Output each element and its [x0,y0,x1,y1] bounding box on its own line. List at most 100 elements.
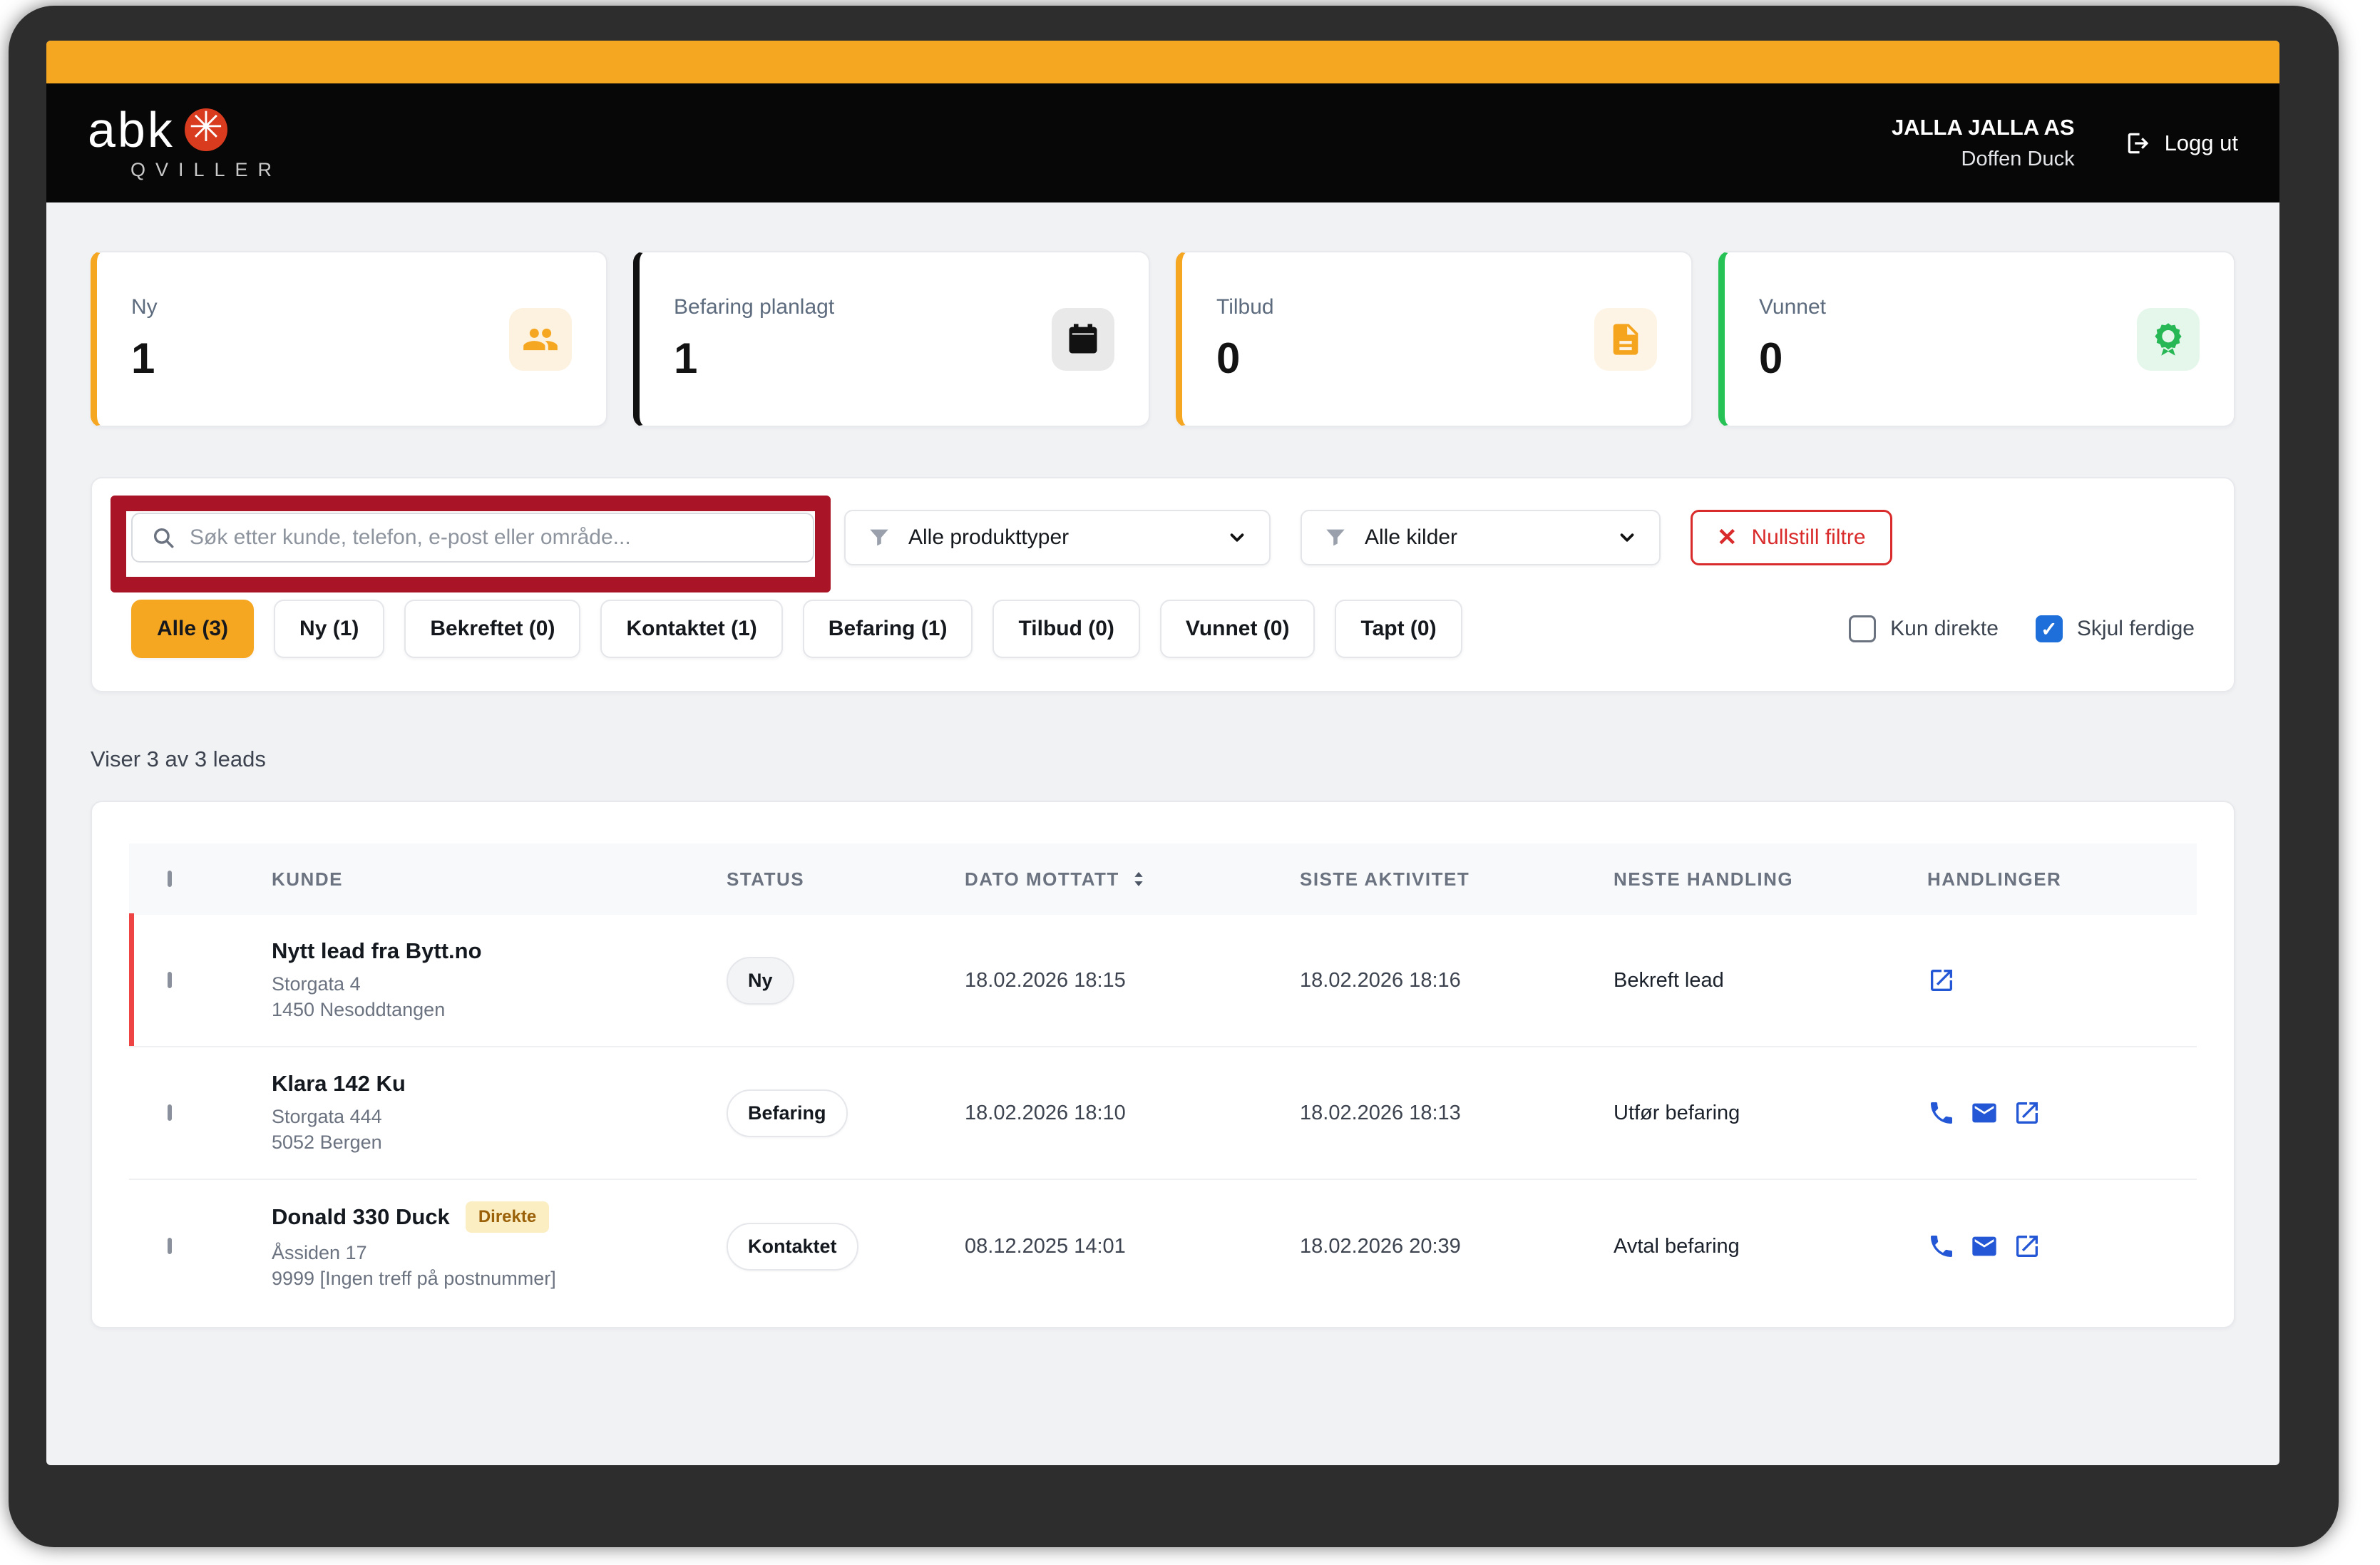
open-lead-icon[interactable] [2013,1232,2041,1261]
column-header-kunde: KUNDE [272,868,343,890]
screenshot-canvas: abk ✳ QVILLER JALLA JALLA AS Doffen Duck… [0,0,2380,1565]
tab-vunnet[interactable]: Vunnet (0) [1159,600,1315,658]
product-type-select[interactable]: Alle produkttyper [844,510,1271,565]
search-box [131,513,814,563]
search-icon [153,528,174,548]
user-name: Doffen Duck [1961,148,2075,170]
checkbox-label: Kun direkte [1890,617,1999,640]
filter-funnel-icon [870,529,888,546]
status-badge: Befaring [727,1089,848,1137]
brand-subtitle: QVILLER [130,159,282,180]
received-date: 18.02.2026 18:10 [965,1101,1126,1124]
stat-value: 0 [1759,334,1783,382]
stat-card-ny[interactable]: Ny 1 [91,251,607,427]
top-accent-bar [46,41,2279,83]
tab-ny[interactable]: Ny (1) [274,600,385,658]
tab-bekreftet[interactable]: Bekreftet (0) [404,600,581,658]
search-input[interactable] [190,525,794,550]
table-row[interactable]: Klara 142 Ku Storgata 444 5052 Bergen Be… [129,1047,2197,1180]
logout-button[interactable]: Logg ut [2125,130,2238,157]
x-icon: ✕ [1717,524,1738,551]
last-activity-date: 18.02.2026 18:13 [1300,1101,1461,1124]
product-type-value: Alle produkttyper [908,525,1070,549]
phone-icon[interactable] [1927,1232,1956,1261]
checkbox-kun-direkte[interactable]: ✓ Kun direkte [1849,615,1999,642]
received-date: 18.02.2026 18:15 [965,968,1126,992]
logout-icon [2128,133,2148,153]
open-lead-icon[interactable] [1927,966,1956,995]
next-action: Bekreft lead [1614,968,1724,992]
stat-value: 1 [674,334,698,382]
sort-icon[interactable] [1128,868,1149,890]
column-header-neste-handling: NESTE HANDLING [1614,868,1794,890]
last-activity-date: 18.02.2026 20:39 [1300,1234,1461,1258]
calendar-icon [1052,307,1114,371]
stat-card-vunnet[interactable]: Vunnet 0 [1718,251,2235,427]
row-checkbox[interactable] [168,972,172,988]
status-badge: Kontaktet [727,1222,858,1271]
tab-alle[interactable]: Alle (3) [131,600,255,658]
window-frame: abk ✳ QVILLER JALLA JALLA AS Doffen Duck… [9,6,2339,1547]
source-value: Alle kilder [1365,525,1458,549]
email-icon[interactable] [1970,1232,1999,1261]
filter-panel: Alle produkttyper Alle kilder ✕ Nullstil… [91,477,2235,692]
table-header-row: KUNDE STATUS DATO MOTTATT SISTE AKTIVITE… [129,843,2197,915]
stat-value: 0 [1216,334,1241,382]
checkbox-icon: ✓ [2035,615,2063,642]
status-badge: Ny [727,956,794,1005]
stat-label: Vunnet [1759,295,1826,319]
company-name: JALLA JALLA AS [1891,115,2075,140]
stat-label: Befaring planlagt [674,295,835,319]
column-header-status: STATUS [727,868,805,890]
row-checkbox[interactable] [168,1104,172,1121]
reset-filters-label: Nullstill filtre [1751,525,1866,549]
column-header-dato[interactable]: DATO MOTTATT [965,868,1300,891]
email-icon[interactable] [1970,1099,1999,1127]
page-content: Ny 1 Befaring planlagt 1 Tilbud 0 Vunnet… [46,202,2279,1328]
chevron-down-icon [1620,533,1634,542]
customer-name: Donald 330 Duck [272,1204,450,1229]
document-icon [1594,307,1657,371]
customer-name: Nytt lead fra Bytt.no [272,938,482,963]
direkte-badge: Direkte [465,1201,550,1233]
open-lead-icon[interactable] [2013,1099,2041,1127]
next-action: Utfør befaring [1614,1101,1740,1124]
last-activity-date: 18.02.2026 18:16 [1300,968,1461,992]
stat-label: Tilbud [1216,295,1274,319]
brand-asterisk-icon: ✳ [184,107,227,151]
tab-befaring[interactable]: Befaring (1) [802,600,973,658]
stat-value: 1 [131,334,155,382]
received-date: 08.12.2025 14:01 [965,1234,1126,1258]
logout-label: Logg ut [2164,130,2238,155]
results-summary: Viser 3 av 3 leads [91,746,266,771]
select-all-checkbox[interactable] [168,871,172,887]
tab-kontaktet[interactable]: Kontaktet (1) [600,600,783,658]
tab-tilbud[interactable]: Tilbud (0) [992,600,1140,658]
chevron-down-icon [1230,533,1244,542]
row-checkbox[interactable] [168,1238,172,1254]
reset-filters-button[interactable]: ✕ Nullstill filtre [1691,510,1892,565]
leads-table: KUNDE STATUS DATO MOTTATT SISTE AKTIVITE… [91,801,2235,1328]
customer-address: Åssiden 17 9999 [Ingen treff på postnumm… [272,1241,556,1289]
source-select[interactable]: Alle kilder [1301,510,1661,565]
stat-cards-row: Ny 1 Befaring planlagt 1 Tilbud 0 Vunnet… [91,251,2235,427]
table-row[interactable]: Nytt lead fra Bytt.no Storgata 4 1450 Ne… [129,913,2197,1047]
account-info: JALLA JALLA AS Doffen Duck [1892,115,2075,171]
phone-icon[interactable] [1927,1099,1956,1127]
customer-address: Storgata 4 1450 Nesoddtangen [272,973,446,1020]
table-row[interactable]: Donald 330 Duck Direkte Åssiden 17 9999 … [129,1180,2197,1313]
tab-tapt[interactable]: Tapt (0) [1335,600,1462,658]
next-action: Avtal befaring [1614,1234,1740,1258]
filter-funnel-icon [1326,529,1345,546]
app-header: abk ✳ QVILLER JALLA JALLA AS Doffen Duck… [46,83,2279,202]
customer-name: Klara 142 Ku [272,1070,406,1096]
checkbox-skjul-ferdige[interactable]: ✓ Skjul ferdige [2035,615,2195,642]
stat-card-befaring[interactable]: Befaring planlagt 1 [633,251,1150,427]
brand-name: abk [88,102,175,158]
users-icon [509,307,572,371]
award-icon [2137,307,2200,371]
app-window: abk ✳ QVILLER JALLA JALLA AS Doffen Duck… [46,41,2279,1465]
customer-address: Storgata 444 5052 Bergen [272,1105,382,1153]
stat-card-tilbud[interactable]: Tilbud 0 [1176,251,1693,427]
column-header-handlinger: HANDLINGER [1927,868,2062,890]
